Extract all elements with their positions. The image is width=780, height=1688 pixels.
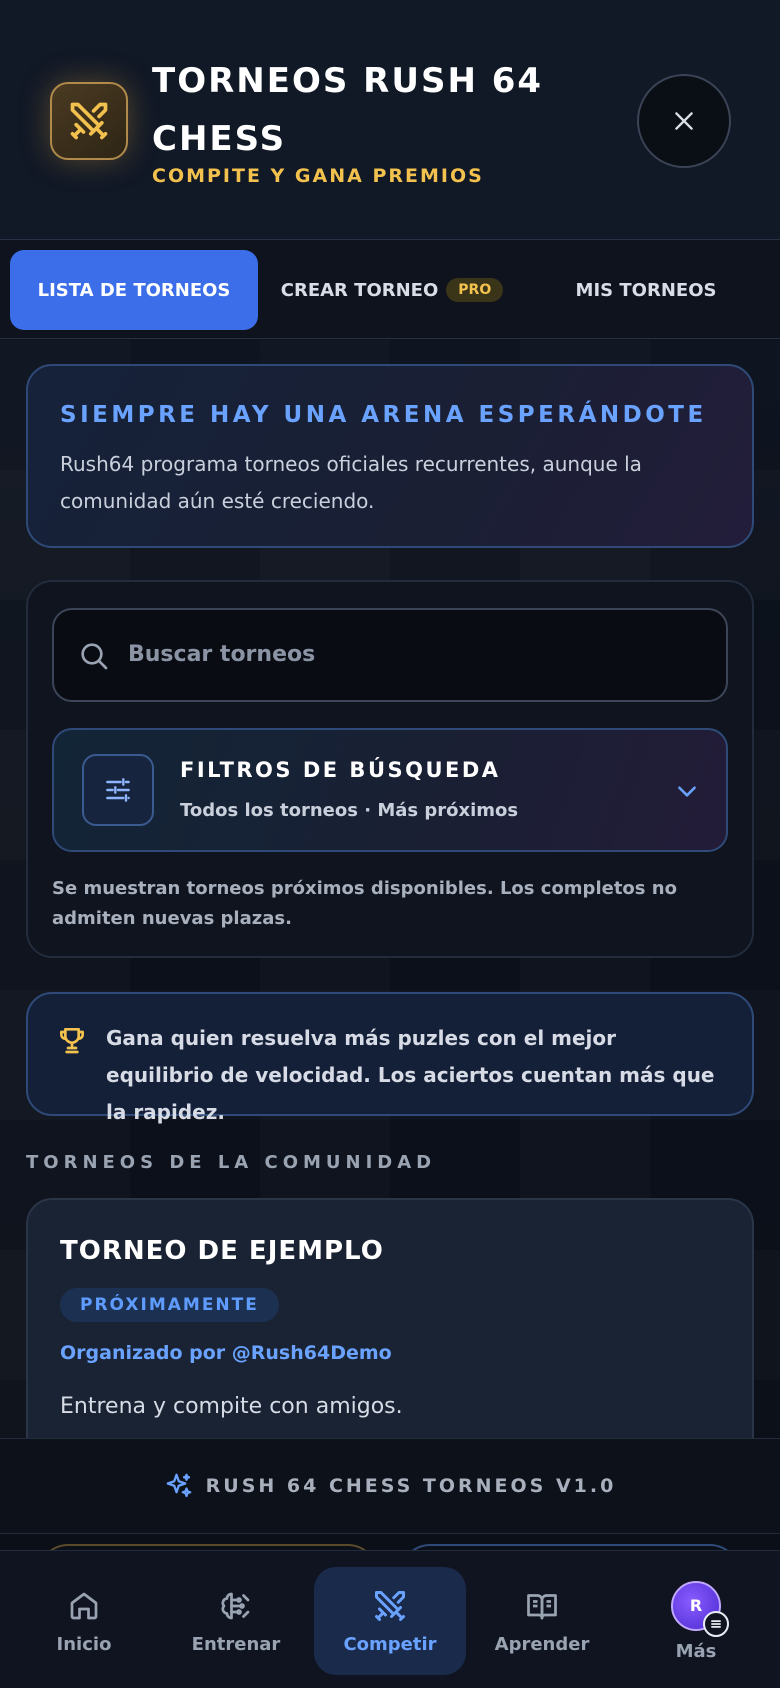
header: TORNEOS RUSH 64 CHESS COMPITE Y GANA PRE… [0,0,780,240]
pro-badge: PRO [446,278,504,302]
nav-item-aprender[interactable]: Aprender [466,1567,618,1675]
version-bar: RUSH 64 CHESS TORNEOS V1.0 [0,1438,780,1534]
sparkles-icon [166,1473,192,1498]
rules-info: Gana quien resuelva más puzles con el me… [26,992,754,1124]
bottom-nav: Inicio Entrenar Competir Aprender R Más [0,1550,780,1688]
tab-my-tournaments[interactable]: MIS TORNEOS [526,250,766,330]
section-title: TORNEOS DE LA COMUNIDAD [26,1152,437,1173]
brain-icon [221,1592,250,1619]
book-icon [527,1593,557,1619]
avatar: R [671,1580,729,1637]
tournament-title: TORNEO DE EJEMPLO [60,1236,384,1266]
nav-item-inicio[interactable]: Inicio [8,1567,160,1675]
nav-item-competir[interactable]: Competir [314,1567,466,1675]
tab-tournament-list[interactable]: LISTA DE TORNEOS [10,250,258,330]
avatar-initial: R [689,1596,703,1615]
arena-banner: SIEMPRE HAY UNA ARENA ESPERÁNDOTE Rush64… [26,364,754,548]
filters-title: FILTROS DE BÚSQUEDA [180,758,501,782]
search-note: Se muestran torneos próximos disponibles… [52,878,677,929]
nav-item-mas[interactable]: R Más [620,1567,772,1675]
filters-summary: Todos los torneos · Más próximos [180,800,519,821]
arena-title: SIEMPRE HAY UNA ARENA ESPERÁNDOTE [60,402,707,428]
search-placeholder: Buscar torneos [128,642,316,667]
nav-label: Entrenar [191,1633,281,1655]
search-filters-toggle[interactable]: FILTROS DE BÚSQUEDA Todos los torneos · … [52,728,728,852]
nav-label: Inicio [56,1633,112,1655]
page-title: TORNEOS RUSH 64 CHESS [152,61,544,159]
sliders-icon [82,754,154,826]
page-subtitle: COMPITE Y GANA PREMIOS [152,165,484,187]
tab-label: CREAR TORNEO [280,279,439,301]
tournament-organizer[interactable]: Organizado por @Rush64Demo [60,1342,392,1364]
tab-bar: LISTA DE TORNEOS CREAR TORNEO PRO MIS TO… [0,241,780,339]
nav-label: Más [675,1640,717,1662]
crossed-swords-icon [375,1590,405,1621]
nav-item-entrenar[interactable]: Entrenar [160,1567,312,1675]
tournament-card[interactable]: TORNEO DE EJEMPLO PRÓXIMAMENTE Organizad… [26,1198,754,1458]
tournament-description: Entrena y compite con amigos. [60,1394,403,1419]
close-button[interactable] [637,74,731,168]
home-icon [70,1592,98,1619]
arena-text: Rush64 programa torneos oficiales recurr… [60,452,642,513]
search-icon [81,643,108,670]
rules-text: Gana quien resuelva más puzles con el me… [106,1026,715,1124]
version-text: RUSH 64 CHESS TORNEOS V1.0 [205,1475,617,1497]
nav-label: Aprender [494,1633,590,1655]
status-badge: PRÓXIMAMENTE [60,1288,279,1322]
tournaments-screen: TORNEOS RUSH 64 CHESS COMPITE Y GANA PRE… [0,0,780,1688]
tab-label: LISTA DE TORNEOS [37,279,231,301]
search-panel: Buscar torneos FILTROS DE BÚSQUEDA Todos… [26,580,754,958]
tab-label: MIS TORNEOS [575,279,717,301]
close-icon [675,112,693,130]
nav-label: Competir [343,1633,437,1655]
crossed-swords-icon [50,82,128,160]
menu-icon [703,1610,729,1637]
tab-create-tournament[interactable]: CREAR TORNEO PRO [268,250,516,330]
search-input[interactable]: Buscar torneos [52,608,728,702]
chevron-down-icon [678,786,696,797]
trophy-icon [60,1028,84,1054]
